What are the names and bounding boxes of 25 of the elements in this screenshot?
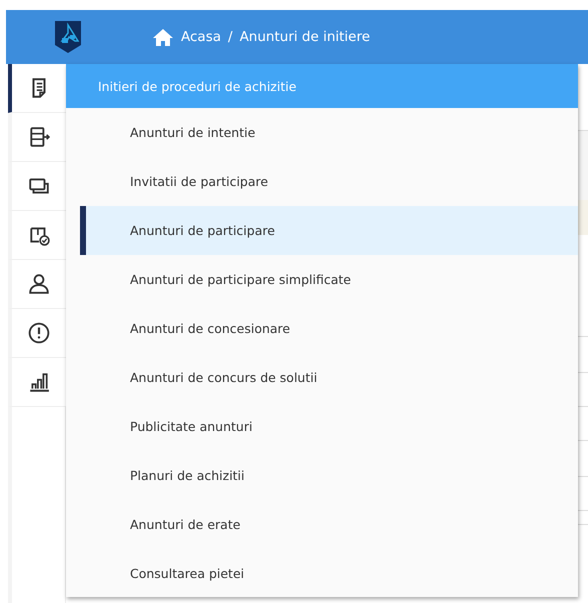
sidebar-item[interactable] (8, 113, 66, 162)
sidebar-item[interactable] (8, 64, 66, 113)
menu-item[interactable]: Anunturi de participare (80, 206, 578, 255)
menu-item[interactable]: Planuri de achizitii (80, 451, 578, 500)
menu-item[interactable]: Anunturi de intentie (80, 108, 578, 157)
sidebar-item[interactable] (8, 260, 66, 309)
logo-icon[interactable] (54, 20, 82, 54)
menu-item[interactable]: Consultarea pietei (80, 549, 578, 598)
sidebar-item[interactable] (8, 309, 66, 358)
menu-item[interactable]: Publicitate anunturi (80, 402, 578, 451)
sidebar-item[interactable] (8, 162, 66, 211)
bar-chart-icon (28, 371, 50, 393)
menu-item[interactable]: Anunturi de erate (80, 500, 578, 549)
alert-icon (28, 322, 50, 344)
breadcrumb-separator: / (228, 29, 233, 45)
menu-item[interactable]: Anunturi de concurs de solutii (80, 353, 578, 402)
sidebar-item[interactable] (8, 358, 66, 407)
home-icon[interactable] (152, 28, 174, 46)
menu-item[interactable]: Anunturi de concesionare (80, 304, 578, 353)
person-icon (28, 273, 50, 295)
list-arrow-icon (28, 126, 50, 148)
sidebar-item[interactable] (8, 211, 66, 260)
menu-item[interactable]: Anunturi de participare simplificate (80, 255, 578, 304)
breadcrumb-item: Anunturi de initiere (240, 29, 370, 45)
menu-item[interactable]: Invitatii de participare (80, 157, 578, 206)
